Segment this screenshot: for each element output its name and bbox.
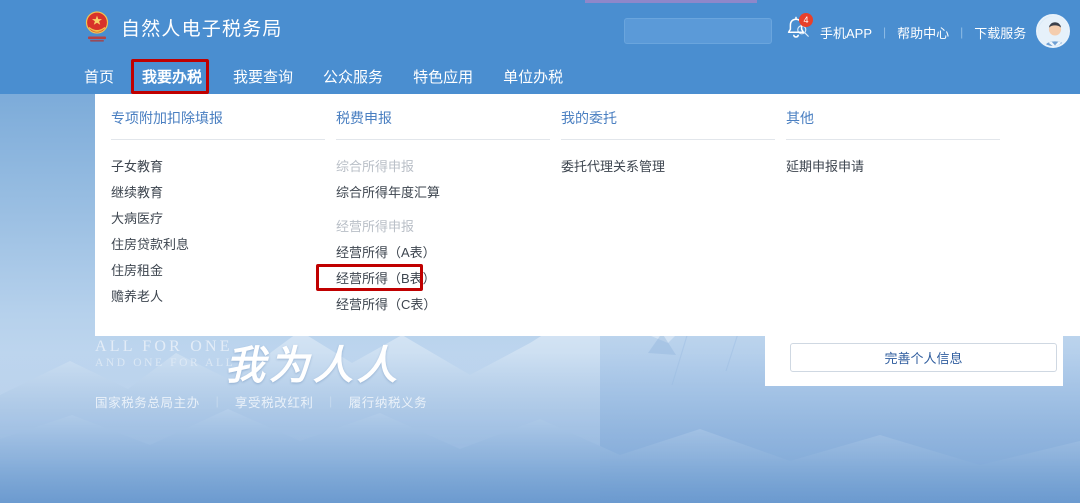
- dropdown-column-other: 其他 延期申报申请: [786, 108, 1000, 318]
- search-input[interactable]: [625, 19, 796, 43]
- profile-side-card: 完善个人信息: [765, 336, 1063, 386]
- dropdown-column-title: 税费申报: [336, 110, 392, 126]
- header-link-mobile-app[interactable]: 手机APP: [820, 23, 872, 42]
- slogan-footer: 国家税务总局主办 | 享受税改红利 | 履行纳税义务: [95, 392, 427, 411]
- nav-item-home[interactable]: 首页: [82, 63, 116, 90]
- slogan-footer-divider-1: |: [215, 394, 219, 408]
- dropdown-item-serious-illness-medical[interactable]: 大病医疗: [111, 206, 163, 232]
- slogan-footer-divider-2: |: [329, 394, 333, 408]
- page-root: 自然人电子税务局 4 手机APP | 帮助中心 | 下载服务 首页 我要办税 我…: [0, 0, 1080, 503]
- header-separator-1: |: [883, 25, 887, 39]
- dropdown-column-title: 专项附加扣除填报: [111, 110, 223, 126]
- top-accent-line: [585, 0, 757, 3]
- dropdown-column-tax-declaration: 税费申报 综合所得申报 综合所得年度汇算 经营所得申报 经营所得（A表） 经营所…: [336, 108, 550, 318]
- nav-item-unit-tax[interactable]: 单位办税: [501, 63, 565, 90]
- header-links: 手机APP | 帮助中心 | 下载服务: [820, 20, 1026, 44]
- user-avatar-icon[interactable]: [1036, 14, 1070, 48]
- header-link-download-service[interactable]: 下载服务: [974, 23, 1026, 42]
- slogan-footer-item-2: 享受税改红利: [234, 396, 314, 410]
- dropdown-column-rule: [561, 139, 775, 140]
- dropdown-column-title: 我的委托: [561, 110, 617, 126]
- dropdown-item-annual-settlement[interactable]: 综合所得年度汇算: [336, 180, 440, 206]
- slogan-block: ALL FOR ONE AND ONE FOR ALL 我为人人 国家税务总局主…: [95, 338, 515, 410]
- dropdown-item-deferred-declaration-application[interactable]: 延期申报申请: [786, 154, 864, 180]
- dropdown-subheading-business-income: 经营所得申报: [336, 219, 415, 234]
- tax-bureau-emblem-icon: [82, 10, 112, 44]
- global-search[interactable]: [624, 18, 809, 44]
- dropdown-column-my-delegation: 我的委托 委托代理关系管理: [561, 108, 775, 318]
- dropdown-item-elderly-support[interactable]: 赡养老人: [111, 284, 163, 310]
- header-separator-2: |: [960, 25, 964, 39]
- dropdown-column-rule: [786, 139, 1000, 140]
- dropdown-item-business-income-form-b[interactable]: 经营所得（B表）: [336, 266, 436, 292]
- dropdown-item-housing-rent[interactable]: 住房租金: [111, 258, 163, 284]
- notification-badge: 4: [799, 13, 813, 27]
- notification-bell[interactable]: 4: [784, 13, 813, 46]
- dropdown-item-business-income-form-c[interactable]: 经营所得（C表）: [336, 292, 436, 318]
- dropdown-column-special-deductions: 专项附加扣除填报 子女教育 继续教育 大病医疗 住房贷款利息 住房租金 赡养老人: [111, 108, 325, 318]
- dropdown-item-continuing-education[interactable]: 继续教育: [111, 180, 163, 206]
- slogan-footer-item-1: 国家税务总局主办: [95, 396, 200, 410]
- site-title: 自然人电子税务局: [121, 18, 283, 40]
- slogan-chinese-calligraphy: 我为人人: [225, 343, 401, 388]
- dropdown-column-title: 其他: [786, 110, 814, 126]
- primary-nav: 首页 我要办税 我要查询 公众服务 特色应用 单位办税: [0, 58, 1080, 94]
- header-link-help-center[interactable]: 帮助中心: [897, 23, 949, 42]
- dropdown-item-agency-relationship-management[interactable]: 委托代理关系管理: [561, 154, 665, 180]
- dropdown-column-rule: [111, 139, 325, 140]
- slogan-footer-item-3: 履行纳税义务: [348, 396, 428, 410]
- dropdown-item-child-education[interactable]: 子女教育: [111, 154, 163, 180]
- nav-item-tax-handling[interactable]: 我要办税: [140, 63, 204, 90]
- complete-personal-info-button[interactable]: 完善个人信息: [790, 343, 1057, 372]
- nav-item-tax-inquiry[interactable]: 我要查询: [231, 63, 295, 90]
- dropdown-column-rule: [336, 139, 550, 140]
- dropdown-subheading-comprehensive-income: 综合所得申报: [336, 159, 415, 174]
- tax-handling-dropdown-panel: 专项附加扣除填报 子女教育 继续教育 大病医疗 住房贷款利息 住房租金 赡养老人…: [95, 94, 1080, 336]
- site-brand: 自然人电子税务局: [82, 10, 283, 44]
- nav-item-public-service[interactable]: 公众服务: [321, 63, 385, 90]
- dropdown-item-housing-loan-interest[interactable]: 住房贷款利息: [111, 232, 189, 258]
- dropdown-item-business-income-form-a[interactable]: 经营所得（A表）: [336, 240, 436, 266]
- nav-item-featured-apps[interactable]: 特色应用: [411, 63, 475, 90]
